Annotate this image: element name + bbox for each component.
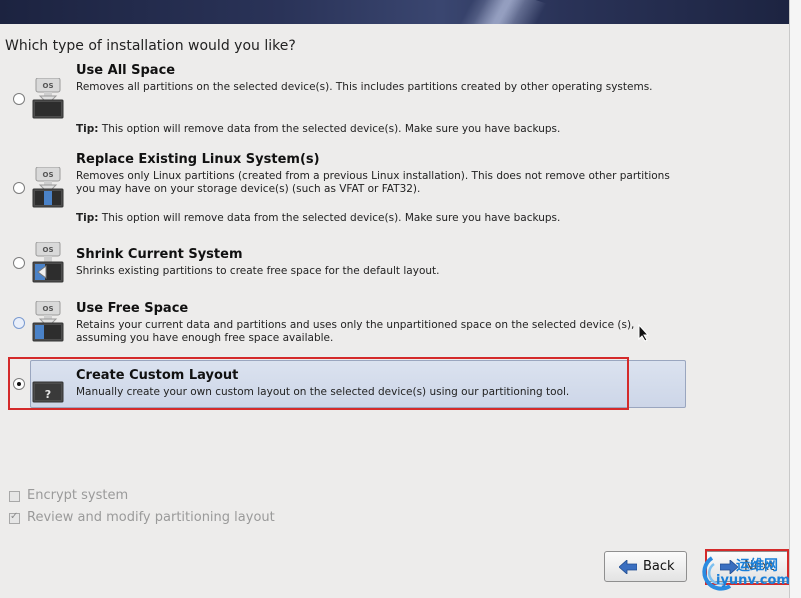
option-title[interactable]: Shrink Current System bbox=[76, 247, 243, 262]
encrypt-system-label: Encrypt system bbox=[27, 488, 129, 503]
svg-text:OS: OS bbox=[43, 171, 54, 179]
option-description: Shrinks existing partitions to create fr… bbox=[76, 265, 440, 277]
radio-replace-existing-linux[interactable] bbox=[13, 182, 25, 194]
option-description: Removes only Linux partitions (created f… bbox=[76, 170, 670, 195]
radio-shrink-current-system[interactable] bbox=[13, 257, 25, 269]
disk-os-icon: OS bbox=[32, 78, 64, 119]
svg-text:OS: OS bbox=[43, 305, 54, 313]
mouse-cursor-icon bbox=[638, 324, 650, 342]
review-layout-label: Review and modify partitioning layout bbox=[27, 510, 275, 525]
disk-shrink-icon: OS bbox=[32, 242, 64, 283]
arrow-left-icon bbox=[619, 559, 637, 574]
watermark-cn-text: 运维网 bbox=[736, 558, 778, 574]
option-description: Retains your current data and partitions… bbox=[76, 319, 635, 344]
radio-use-all-space[interactable] bbox=[13, 93, 25, 105]
svg-text:OS: OS bbox=[43, 246, 54, 254]
installer-banner bbox=[0, 0, 801, 24]
window-edge bbox=[789, 0, 801, 598]
radio-use-free-space[interactable] bbox=[13, 317, 25, 329]
watermark-text: iyunv.com bbox=[716, 573, 790, 588]
option-tip: Tip: This option will remove data from t… bbox=[76, 212, 561, 224]
back-button-label: Back bbox=[643, 559, 675, 574]
back-button[interactable]: Back bbox=[604, 551, 687, 582]
review-layout-checkbox[interactable] bbox=[9, 511, 20, 524]
option-title[interactable]: Use All Space bbox=[76, 63, 175, 78]
disk-os-icon: OS bbox=[32, 167, 64, 208]
disk-free-icon: OS bbox=[32, 301, 64, 342]
option-tip: Tip: This option will remove data from t… bbox=[76, 123, 561, 135]
option-title[interactable]: Replace Existing Linux System(s) bbox=[76, 152, 320, 167]
annotation-box bbox=[8, 357, 629, 410]
option-title[interactable]: Use Free Space bbox=[76, 301, 188, 316]
option-description: Removes all partitions on the selected d… bbox=[76, 81, 653, 93]
svg-text:OS: OS bbox=[43, 82, 54, 90]
encrypt-system-checkbox[interactable] bbox=[9, 491, 20, 502]
installation-question: Which type of installation would you lik… bbox=[5, 38, 296, 54]
